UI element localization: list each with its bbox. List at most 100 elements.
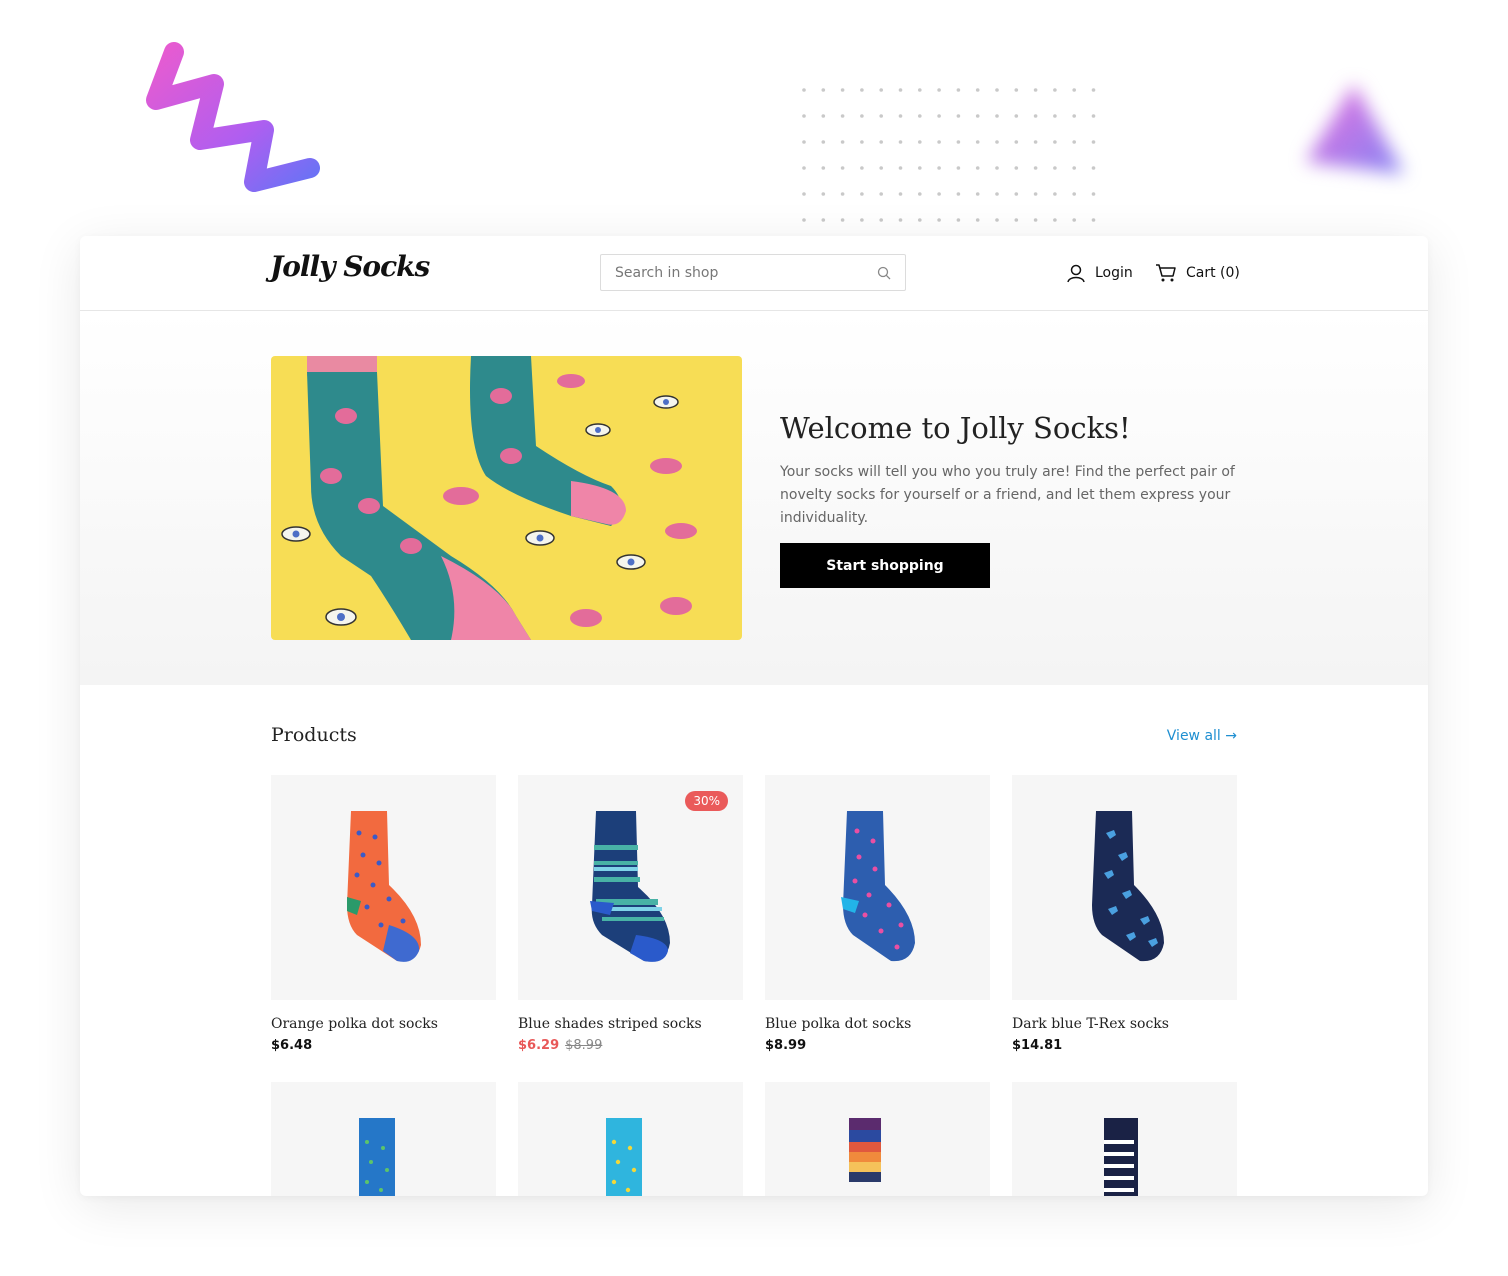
decorative-dot <box>1014 114 1019 118</box>
decorative-dot <box>898 166 903 170</box>
product-image[interactable] <box>271 775 496 1000</box>
original-price: $8.99 <box>565 1038 603 1053</box>
product-price: $6.29 $8.99 <box>518 1038 743 1053</box>
decorative-dot <box>937 88 941 92</box>
decorative-dot <box>1014 88 1019 92</box>
decorative-dot <box>1091 88 1096 92</box>
product-image[interactable] <box>271 1082 496 1196</box>
decorative-dot <box>860 114 864 118</box>
decorative-dot <box>1091 192 1096 196</box>
decorative-dot <box>975 192 980 196</box>
decorative-dot <box>956 166 961 170</box>
product-card[interactable] <box>765 1082 990 1196</box>
decorative-dot <box>840 192 845 196</box>
product-price: $6.48 <box>271 1038 313 1053</box>
decorative-dot <box>937 192 941 196</box>
decorative-dot <box>879 218 883 222</box>
search-icon[interactable] <box>877 266 891 280</box>
decorative-dot <box>956 140 961 144</box>
product-card[interactable]: Orange polka dot socks $6.48 <box>271 775 496 1053</box>
product-card[interactable] <box>1012 1082 1237 1196</box>
search-box[interactable] <box>600 254 906 291</box>
view-all-link[interactable]: View all → <box>1167 728 1237 744</box>
decorative-dot <box>1072 140 1076 144</box>
product-name[interactable]: Blue shades striped socks <box>518 1016 743 1032</box>
decorative-dot <box>1072 88 1076 92</box>
decorative-dot <box>918 114 922 118</box>
decorative-dot <box>1014 192 1019 196</box>
decorative-dot <box>1033 114 1038 118</box>
decorative-dot <box>1014 218 1019 222</box>
decorative-dot <box>821 114 826 118</box>
decorative-dot <box>1091 140 1096 144</box>
hero-title: Welcome to Jolly Socks! <box>780 411 1131 445</box>
product-card[interactable] <box>271 1082 496 1196</box>
cart-icon <box>1156 264 1176 282</box>
decorative-dot <box>1091 218 1096 222</box>
decorative-dot-grid <box>802 88 1096 222</box>
decorative-dot <box>1033 218 1038 222</box>
decorative-squiggle <box>146 42 320 192</box>
product-name[interactable]: Dark blue T-Rex socks <box>1012 1016 1237 1032</box>
decorative-dot <box>956 114 961 118</box>
start-shopping-button[interactable]: Start shopping <box>780 543 990 588</box>
hero-image <box>271 356 742 640</box>
decorative-dot <box>918 218 922 222</box>
login-link[interactable]: Login <box>1066 262 1133 284</box>
cart-link[interactable]: Cart (0) <box>1155 262 1240 284</box>
decorative-dot <box>898 114 903 118</box>
product-image[interactable] <box>1012 775 1237 1000</box>
decorative-dot <box>1033 192 1038 196</box>
decorative-dot <box>975 218 980 222</box>
cart-label: Cart (0) <box>1186 265 1240 281</box>
brand-logo[interactable]: Jolly Socks <box>270 250 430 283</box>
decorative-dot <box>840 166 845 170</box>
decorative-dot <box>1033 166 1038 170</box>
decorative-dot <box>1072 114 1076 118</box>
decorative-dot <box>1033 140 1038 144</box>
decorative-dot <box>1053 140 1057 144</box>
product-card[interactable]: Blue polka dot socks $8.99 <box>765 775 990 1053</box>
decorative-dot <box>898 140 903 144</box>
decorative-dot <box>840 218 845 222</box>
decorative-triangle <box>1306 84 1404 174</box>
products-heading: Products <box>271 724 357 746</box>
product-image[interactable] <box>765 775 990 1000</box>
decorative-dot <box>898 88 903 92</box>
decorative-dot <box>918 192 922 196</box>
decorative-dot <box>918 140 922 144</box>
product-name[interactable]: Blue polka dot socks <box>765 1016 990 1032</box>
decorative-dot <box>1053 166 1057 170</box>
product-card[interactable]: 30% Blue shades striped socks $6.29 $8.99 <box>518 775 743 1053</box>
decorative-dot <box>802 166 806 170</box>
decorative-dot <box>1014 140 1019 144</box>
decorative-dot <box>860 88 864 92</box>
product-price: $14.81 <box>1012 1038 1063 1053</box>
decorative-dot <box>840 140 845 144</box>
product-card[interactable]: Dark blue T-Rex socks $14.81 <box>1012 775 1237 1053</box>
decorative-dot <box>898 218 903 222</box>
decorative-dot <box>1053 192 1057 196</box>
decorative-dot <box>995 192 999 196</box>
search-input[interactable] <box>601 255 871 290</box>
sale-price: $6.29 <box>518 1038 560 1053</box>
decorative-dot <box>821 218 826 222</box>
product-name[interactable]: Orange polka dot socks <box>271 1016 496 1032</box>
product-card[interactable] <box>518 1082 743 1196</box>
decorative-dot <box>821 88 826 92</box>
decorative-dot <box>995 218 999 222</box>
product-image[interactable] <box>1012 1082 1237 1196</box>
product-image[interactable]: 30% <box>518 775 743 1000</box>
decorative-dot <box>937 166 941 170</box>
decorative-dot <box>821 166 826 170</box>
decorative-dot <box>879 114 883 118</box>
decorative-dot <box>975 114 980 118</box>
decorative-dot <box>821 140 826 144</box>
product-image[interactable] <box>518 1082 743 1196</box>
decorative-dot <box>918 166 922 170</box>
decorative-dot <box>840 114 845 118</box>
product-price: $8.99 <box>765 1038 807 1053</box>
hero-description: Your socks will tell you who you truly a… <box>780 464 1235 526</box>
product-image[interactable] <box>765 1082 990 1196</box>
decorative-dot <box>860 140 864 144</box>
